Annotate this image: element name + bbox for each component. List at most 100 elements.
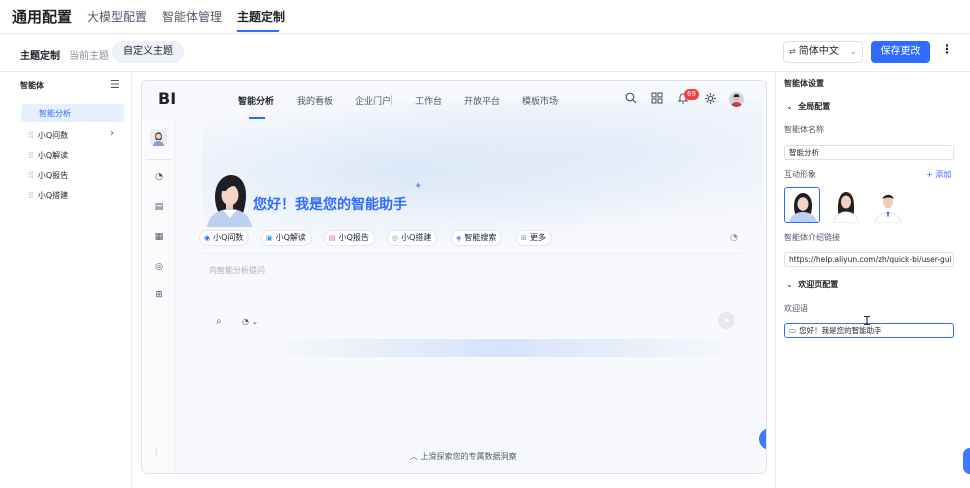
apps-grid-icon[interactable] <box>650 92 664 106</box>
intro-link-label: 智能体介绍链接 <box>784 233 840 242</box>
nav-divider <box>391 95 392 105</box>
chevron-down-icon: ⌄ <box>251 317 259 326</box>
drag-handle-icon[interactable]: ⠿ <box>28 191 34 200</box>
current-theme-tab[interactable]: 当前主题 <box>69 47 109 62</box>
q-ask-icon: ◉ <box>204 234 211 242</box>
sparkle-icon: ✦ <box>414 181 423 192</box>
chip-q-interpret[interactable]: ▣ 小Q解读 <box>261 230 312 246</box>
send-button[interactable]: ➤ <box>718 312 735 329</box>
tab-llm-config[interactable]: 大模型配置 <box>87 8 147 25</box>
chevron-up-icon: ︿ <box>410 452 418 461</box>
nav-open-platform[interactable]: 开放平台 <box>464 94 500 107</box>
chevron-down-icon: ⌄ <box>849 47 857 57</box>
apps-icon[interactable]: ⊞ <box>153 289 165 301</box>
theme-preview: BI 智能分析 我的看板 企业门户 工作台 开放平台 模板市场 69 ◔ ▤ ▦… <box>141 80 767 474</box>
intro-link-input[interactable]: https://help.aliyun.com/zh/quick-bi/user… <box>784 252 954 267</box>
grid-icon: ⊞ <box>521 234 527 242</box>
page-title: 通用配置 <box>12 8 73 26</box>
agent-item-smart-analysis[interactable]: 智能分析 <box>21 104 124 122</box>
chip-label: 智能搜索 <box>464 233 497 242</box>
avatar-option-3[interactable] <box>870 187 906 223</box>
save-button[interactable]: 保存更改 <box>871 41 930 63</box>
tab-theme-custom[interactable]: 主题定制 <box>237 8 285 25</box>
avatar-option-2[interactable] <box>828 187 864 223</box>
chip-label: 小Q问数 <box>213 233 244 242</box>
chip-smart-search[interactable]: ◈ 智能搜索 <box>451 230 503 246</box>
assistant-illustration <box>201 171 255 227</box>
agent-item-q-ask[interactable]: ⠿ 小Q问数 <box>28 130 68 141</box>
agent-item-label: 小Q搭建 <box>37 191 69 200</box>
chip-label: 更多 <box>529 233 546 242</box>
chat-settings-icon[interactable]: ◔ <box>730 233 738 243</box>
section-label: 全局配置 <box>798 102 831 111</box>
user-avatar[interactable] <box>729 92 744 107</box>
more-options-icon[interactable]: ⋮ <box>941 42 953 56</box>
chip-label: 小Q报告 <box>338 233 369 242</box>
tab-agent-management[interactable]: 智能体管理 <box>162 8 222 25</box>
global-config-section[interactable]: ⌄ 全局配置 <box>786 101 830 112</box>
drag-handle-icon[interactable]: ⠿ <box>28 171 34 180</box>
notification-count-badge: 69 <box>684 89 699 100</box>
attachment-icon[interactable]: ⌕ <box>216 316 222 327</box>
agent-item-label: 小Q解读 <box>37 151 69 160</box>
q-build-icon: ◎ <box>392 234 399 242</box>
agent-item-q-interpret[interactable]: ⠿ 小Q解读 <box>28 150 68 161</box>
greeting-text: 您好！我是您的智能助手 <box>253 197 407 213</box>
q-interpret-icon: ▣ <box>266 234 273 242</box>
scroll-hint[interactable]: ︿ 上滑探索您的专属数据洞察 <box>410 451 517 462</box>
chip-q-ask[interactable]: ◉ 小Q问数 <box>199 230 250 246</box>
add-avatar-button[interactable]: + 添加 <box>926 169 951 180</box>
floating-help-button[interactable] <box>963 448 970 474</box>
preview-sidebar: ◔ ▤ ▦ ◎ ⊞ <box>142 121 175 473</box>
floating-assistant-button[interactable] <box>759 428 766 450</box>
agent-name-label: 智能体名称 <box>784 125 824 134</box>
document-icon[interactable]: ▦ <box>153 231 165 243</box>
agent-item-label: 小Q问数 <box>37 131 69 140</box>
question-input[interactable]: 向智能分析提问 <box>209 265 265 276</box>
mode-selector[interactable]: ◔ ⌄ <box>242 317 258 326</box>
agent-list-title: 智能体 <box>20 81 44 90</box>
chip-q-build[interactable]: ◎ 小Q搭建 <box>387 230 438 246</box>
section-label: 主题定制 <box>20 51 60 62</box>
agent-settings-panel: 智能体设置 ⌄ 全局配置 智能体名称 智能分析 互动形象 + 添加 智能体介绍链… <box>775 72 970 488</box>
search-icon[interactable] <box>624 92 638 106</box>
chip-more[interactable]: ⊞ 更多 <box>516 230 552 246</box>
custom-theme-tab[interactable]: 自定义主题 <box>112 41 184 63</box>
nav-template-market[interactable]: 模板市场 <box>522 94 558 107</box>
welcome-message-label: 欢迎语 <box>784 304 808 313</box>
scroll-hint-label: 上滑探索您的专属数据洞察 <box>420 452 517 461</box>
chip-q-report[interactable]: ▤ 小Q报告 <box>324 230 375 246</box>
book-icon[interactable]: ▤ <box>153 201 165 213</box>
robot-icon[interactable]: ◎ <box>153 261 165 273</box>
input-glow <box>262 339 742 357</box>
agent-name-input[interactable]: 智能分析 <box>784 145 954 160</box>
collapse-panel-icon[interactable]: ☰ <box>110 78 120 91</box>
nav-enterprise-portal[interactable]: 企业门户 <box>355 94 391 107</box>
sidebar-divider <box>146 159 172 160</box>
agent-list-panel: 智能体 ☰ 智能分析 ⠿ 小Q问数 › ⠿ 小Q解读 ⠿ 小Q报告 ⠿ 小Q搭建 <box>12 72 132 488</box>
agent-item-label: 智能分析 <box>39 109 71 118</box>
agent-item-q-report[interactable]: ⠿ 小Q报告 <box>28 170 68 181</box>
welcome-config-section[interactable]: ⌄ 欢迎页配置 <box>786 279 838 290</box>
assistant-avatar[interactable] <box>150 129 167 146</box>
nav-workbench[interactable]: 工作台 <box>415 94 442 107</box>
bi-logo: BI <box>158 89 177 108</box>
theme-toolbar: 主题定制 当前主题 自定义主题 ⇄ 简体中文 ⌄ 保存更改 ⋮ <box>0 34 970 72</box>
chip-label: 小Q搭建 <box>401 233 432 242</box>
language-value: 简体中文 <box>798 46 839 57</box>
agent-item-q-build[interactable]: ⠿ 小Q搭建 <box>28 190 68 201</box>
drag-handle-icon[interactable]: ⠿ <box>28 131 34 140</box>
nav-my-dashboard[interactable]: 我的看板 <box>297 94 333 107</box>
drag-handle-icon[interactable]: ⠿ <box>28 151 34 160</box>
chat-history-icon[interactable]: ◔ <box>153 171 165 183</box>
avatar-option-1[interactable] <box>784 187 820 223</box>
sliders-icon[interactable]: ⫶ <box>155 448 157 458</box>
message-icon: ▭ <box>789 326 797 335</box>
language-select[interactable]: ⇄ 简体中文 ⌄ <box>783 41 863 63</box>
chevron-down-icon: ⌄ <box>786 280 793 289</box>
agent-item-label: 小Q报告 <box>37 171 69 180</box>
nav-smart-analysis[interactable]: 智能分析 <box>238 94 274 107</box>
settings-gear-icon[interactable] <box>703 92 717 106</box>
chevron-right-icon[interactable]: › <box>110 128 114 139</box>
translate-icon: ⇄ <box>789 47 796 56</box>
